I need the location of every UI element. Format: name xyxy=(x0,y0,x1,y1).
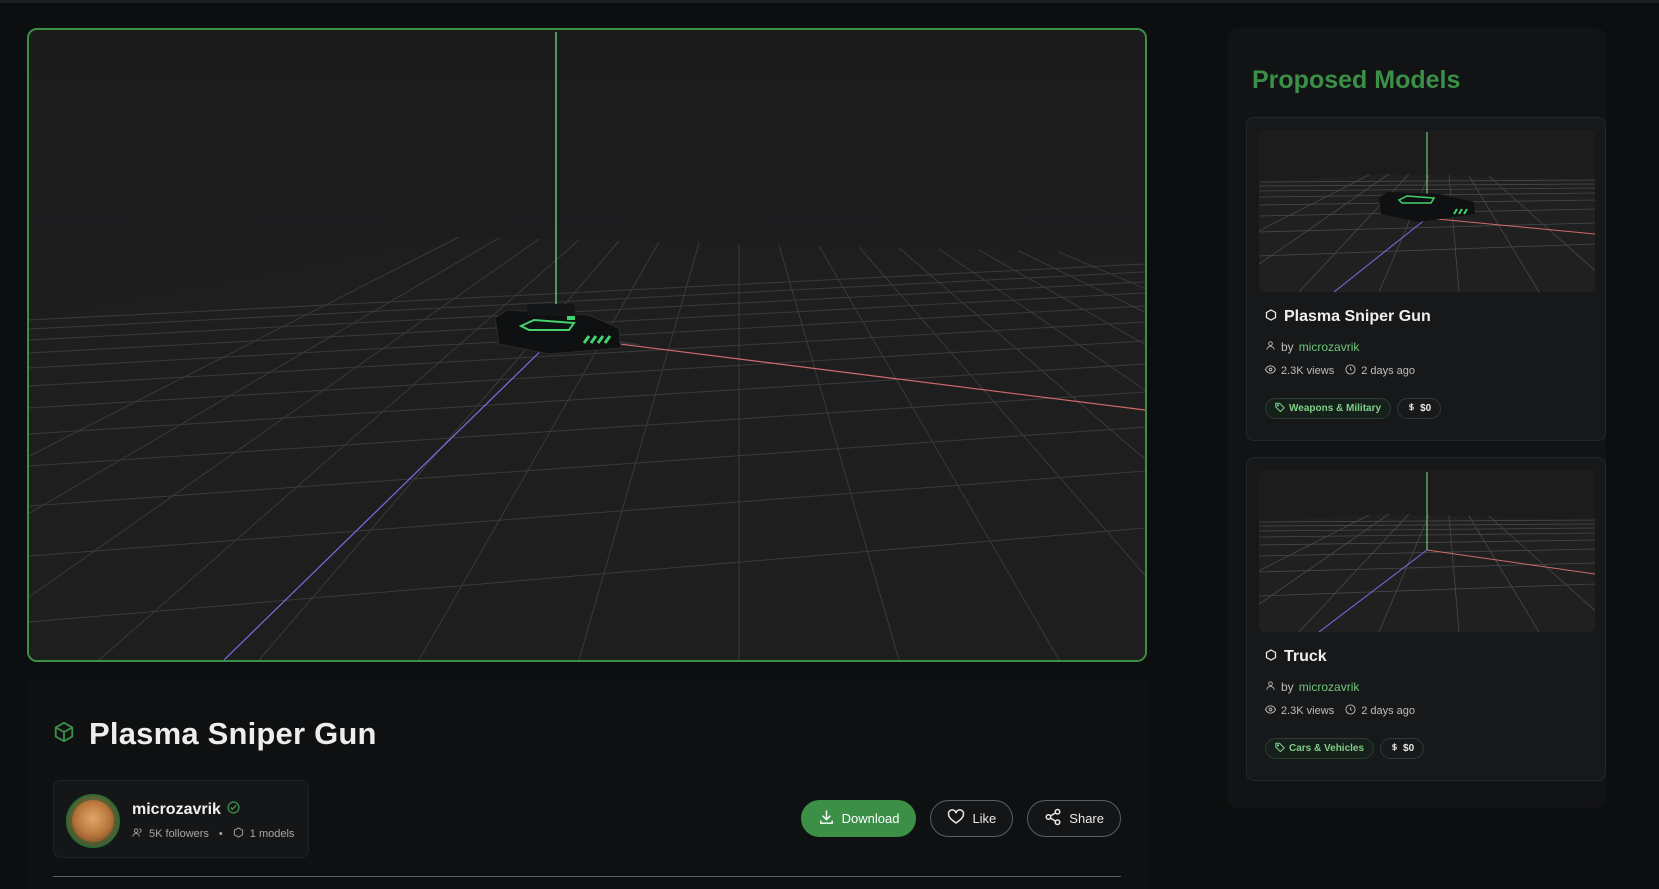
download-button[interactable]: Download xyxy=(800,800,917,837)
author-name-row: microzavrik xyxy=(132,801,240,819)
avatar[interactable] xyxy=(66,794,120,848)
model-viewer[interactable] xyxy=(27,28,1147,662)
share-button[interactable]: Share xyxy=(1027,800,1121,837)
model-card[interactable]: Plasma Sniper Gun by microzavrik 2.3K vi… xyxy=(1246,117,1606,441)
user-icon xyxy=(1265,340,1276,354)
dollar-icon xyxy=(1407,402,1416,415)
category-label: Weapons & Military xyxy=(1289,403,1382,414)
share-icon xyxy=(1044,808,1062,829)
card-time: 2 days ago xyxy=(1361,365,1416,377)
like-button[interactable]: Like xyxy=(930,800,1014,837)
price-tag: $0 xyxy=(1397,398,1442,419)
price-label: $0 xyxy=(1420,403,1432,414)
eye-icon xyxy=(1264,704,1277,718)
hexagon-icon xyxy=(1265,648,1277,666)
model-thumbnail[interactable] xyxy=(1259,130,1595,292)
card-views: 2.3K views xyxy=(1281,705,1335,717)
users-icon xyxy=(132,827,143,841)
clock-icon xyxy=(1345,364,1356,378)
by-label: by xyxy=(1281,340,1294,354)
check-circle-icon xyxy=(227,801,240,819)
tag-icon xyxy=(1275,402,1285,415)
user-icon xyxy=(1265,680,1276,694)
divider xyxy=(53,876,1121,877)
dollar-icon xyxy=(1390,742,1399,755)
tag-icon xyxy=(1275,742,1285,755)
share-label: Share xyxy=(1069,811,1104,826)
hexagon-icon xyxy=(1265,308,1277,326)
download-label: Download xyxy=(841,811,900,826)
model-thumbnail[interactable] xyxy=(1259,470,1595,632)
card-tags: Cars & Vehicles $0 xyxy=(1265,738,1425,759)
author-name[interactable]: microzavrik xyxy=(132,801,221,819)
sidebar-title: Proposed Models xyxy=(1252,66,1461,94)
top-border xyxy=(0,0,1659,3)
page-title: Plasma Sniper Gun xyxy=(89,716,377,751)
models-count: 1 models xyxy=(249,828,295,840)
cube-icon xyxy=(53,721,75,748)
card-time: 2 days ago xyxy=(1361,705,1416,717)
model-card[interactable]: Truck by microzavrik 2.3K views 2 days a… xyxy=(1246,457,1606,781)
hexagon-icon xyxy=(233,827,244,841)
card-title-row: Truck xyxy=(1265,648,1327,666)
download-icon xyxy=(818,809,835,829)
price-tag: $0 xyxy=(1380,738,1425,759)
category-tag[interactable]: Cars & Vehicles xyxy=(1265,738,1375,759)
author-meta: 5K followers • 1 models xyxy=(132,827,294,841)
meta-separator: • xyxy=(218,828,223,840)
proposed-models-sidebar: Proposed Models Plasma Sniper Gun by mic… xyxy=(1228,28,1606,808)
card-stats: 2.3K views 2 days ago xyxy=(1264,364,1416,378)
eye-icon xyxy=(1264,364,1277,378)
price-label: $0 xyxy=(1403,743,1415,754)
author-card[interactable]: microzavrik 5K followers • 1 models xyxy=(53,780,309,858)
category-tag[interactable]: Weapons & Military xyxy=(1265,398,1392,419)
card-title[interactable]: Plasma Sniper Gun xyxy=(1284,308,1431,326)
card-title[interactable]: Truck xyxy=(1284,648,1327,666)
heart-icon xyxy=(947,808,965,829)
action-buttons: Download Like Share xyxy=(800,800,1121,837)
card-author: by microzavrik xyxy=(1265,680,1359,694)
card-author-link[interactable]: microzavrik xyxy=(1299,340,1360,354)
viewer-canvas[interactable] xyxy=(29,30,1145,660)
clock-icon xyxy=(1345,704,1356,718)
card-tags: Weapons & Military $0 xyxy=(1265,398,1442,419)
like-label: Like xyxy=(972,811,997,826)
model-info-panel: Plasma Sniper Gun microzavrik 5K followe… xyxy=(27,680,1147,889)
by-label: by xyxy=(1281,680,1294,694)
card-views: 2.3K views xyxy=(1281,365,1335,377)
card-author: by microzavrik xyxy=(1265,340,1359,354)
title-row: Plasma Sniper Gun xyxy=(53,716,377,752)
card-title-row: Plasma Sniper Gun xyxy=(1265,308,1431,326)
followers-count: 5K followers xyxy=(149,828,209,840)
card-stats: 2.3K views 2 days ago xyxy=(1264,704,1416,718)
category-label: Cars & Vehicles xyxy=(1289,743,1365,754)
card-author-link[interactable]: microzavrik xyxy=(1299,680,1360,694)
